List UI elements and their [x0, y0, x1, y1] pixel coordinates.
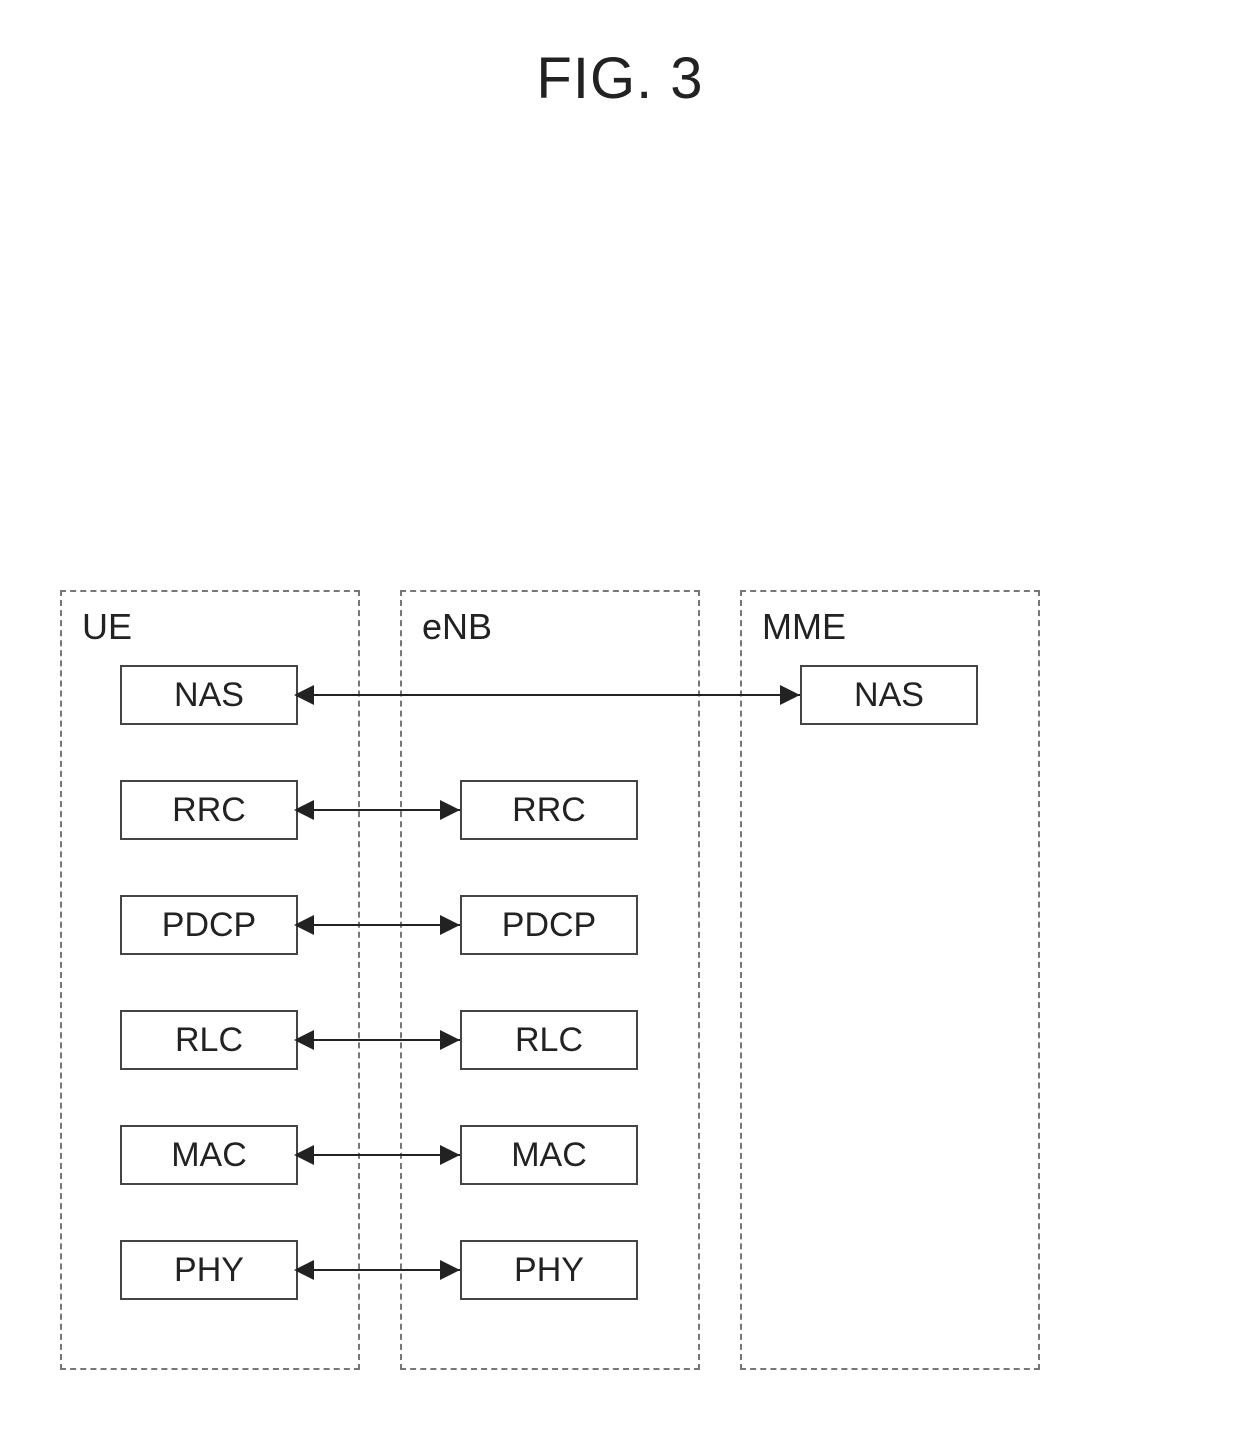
enb-pdcp-layer: PDCP [460, 895, 638, 955]
protocol-stack-diagram: UE NAS RRC PDCP RLC MAC PHY eNB RRC PDCP… [60, 590, 1180, 1390]
ue-mac-layer: MAC [120, 1125, 298, 1185]
enb-mac-layer: MAC [460, 1125, 638, 1185]
ue-phy-layer: PHY [120, 1240, 298, 1300]
enb-rlc-layer: RLC [460, 1010, 638, 1070]
ue-rrc-layer: RRC [120, 780, 298, 840]
ue-rlc-layer: RLC [120, 1010, 298, 1070]
mme-nas-layer: NAS [800, 665, 978, 725]
ue-nas-layer: NAS [120, 665, 298, 725]
enb-rrc-layer: RRC [460, 780, 638, 840]
ue-pdcp-layer: PDCP [120, 895, 298, 955]
figure-title: FIG. 3 [0, 45, 1240, 112]
enb-label: eNB [422, 606, 678, 648]
mme-label: MME [762, 606, 1018, 648]
enb-phy-layer: PHY [460, 1240, 638, 1300]
ue-label: UE [82, 606, 338, 648]
